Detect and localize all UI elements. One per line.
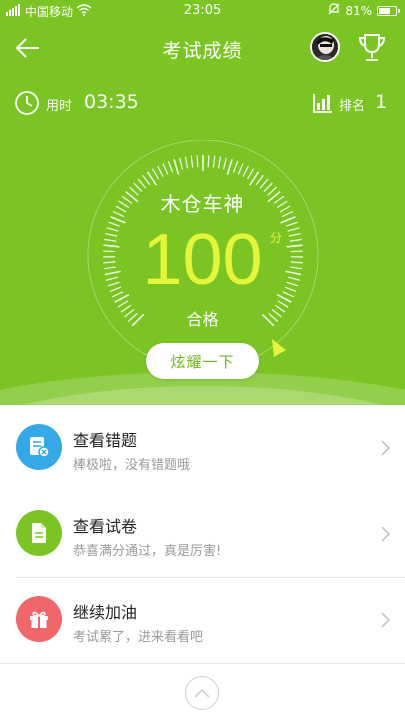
avatar[interactable] [310,32,340,62]
list-item-title: 查看试卷 [73,517,138,536]
divider [16,577,405,578]
list-item-keep-going[interactable]: 继续加油 考试累了，进来看看吧 [0,577,405,663]
gauge-tick [184,156,189,169]
result-header: 中国移动 23:05 81% 考试成绩 用时 03:35 排名 1 木仓车神 1… [0,0,405,405]
exam-paper-icon [16,510,62,556]
clock-icon [15,91,39,115]
action-list: 查看错题 棒极啦，没有错题哦 查看试卷 恭喜满分通过，真是厉害! 继续加油 考试… [0,405,405,664]
chevron-right-icon [381,526,391,542]
gauge-tick [237,163,244,175]
status-bar: 中国移动 23:05 81% [0,0,405,22]
scroll-up-button[interactable] [185,676,219,710]
gauge-tick [179,157,184,170]
gauge-tick [142,174,151,186]
rank-label: 排名 [339,99,366,114]
gauge-tick [246,168,255,180]
player-name: 木仓车神 [160,192,245,216]
gauge-tick [151,168,160,180]
gauge-tick [259,178,269,189]
share-button[interactable]: 炫耀一下 [146,343,259,379]
list-item-subtitle: 棒极啦，没有错题哦 [73,458,191,473]
avatar-image [312,34,338,60]
list-item-title: 继续加油 [73,603,138,622]
list-item-subtitle: 考试累了，进来看看吧 [73,630,204,645]
nav-bar: 考试成绩 [0,28,405,68]
do-not-disturb-icon [328,3,340,18]
gauge-tick [167,160,174,173]
score-unit: 分 [270,231,283,245]
chevron-up-icon [194,688,210,698]
rank-chart-icon [313,94,332,113]
pass-status: 合格 [186,310,219,329]
gauge-tick [137,178,147,189]
gauge-tick [162,163,169,175]
trophy-icon [358,34,386,61]
chevron-right-icon [381,612,391,628]
gauge-tick [212,155,216,168]
trophy-button[interactable] [357,32,387,64]
gauge-tick [173,159,180,175]
divider [0,663,405,664]
gauge-tick [190,155,194,168]
gauge-tick [196,155,199,168]
gauge-tick [157,165,164,177]
time-label: 用时 [46,99,73,114]
list-item-subtitle: 恭喜满分通过，真是厉害! [73,544,222,559]
list-item-wrong-questions[interactable]: 查看错题 棒极啦，没有错题哦 [0,405,405,491]
rank-value: 1 [375,91,388,113]
gauge-tick [242,165,249,177]
score-value: 100 [142,220,263,300]
chevron-right-icon [381,440,391,456]
list-item-title: 查看错题 [73,431,138,450]
gauge-tick [226,159,233,175]
list-item-exam-paper[interactable]: 查看试卷 恭喜满分通过，真是厉害! [0,491,405,577]
gift-icon [16,596,62,642]
gauge-tick [255,174,264,186]
battery-icon [377,5,400,16]
gauge-tick [207,155,210,168]
battery-percent: 81% [345,3,372,18]
gauge-tick [217,156,222,169]
time-value: 03:35 [84,91,139,113]
stats-row: 用时 03:35 排名 1 [0,88,405,118]
wrong-questions-icon [16,424,62,470]
gauge-tick [222,157,227,170]
page-title: 考试成绩 [162,40,243,62]
gauge-tick [232,160,239,173]
